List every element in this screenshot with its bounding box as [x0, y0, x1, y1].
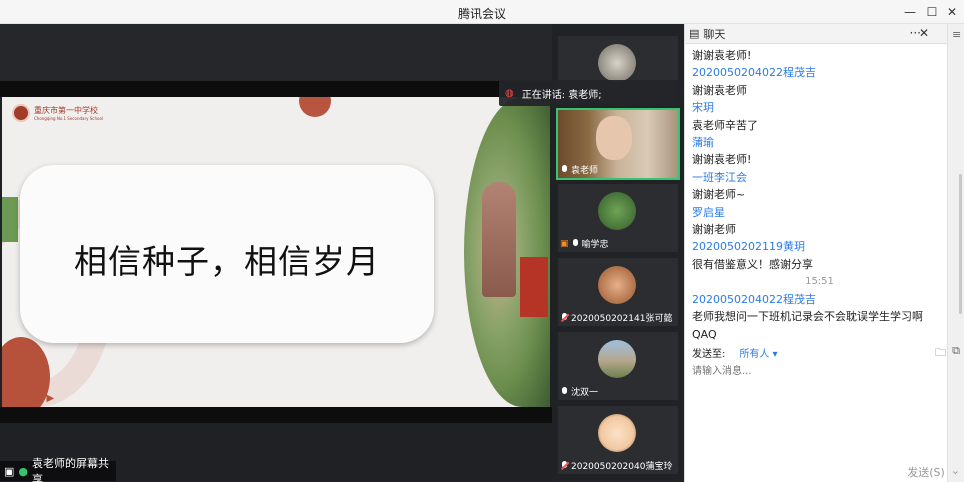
- chat-message-text: 谢谢袁老师!: [692, 153, 752, 167]
- title-bar: 腾讯会议 — ☐ ✕: [0, 0, 964, 24]
- send-to-label: 发送至:: [692, 349, 726, 360]
- screen-share-icon: ▣: [4, 464, 15, 478]
- screen-icon[interactable]: ▭: [32, 393, 41, 404]
- chat-icon: ▤: [689, 27, 700, 40]
- participant-face: [596, 116, 632, 160]
- chat-sender-name[interactable]: 宋玥: [692, 99, 947, 116]
- school-name: 重庆市第一中学校: [34, 106, 98, 115]
- letterbox-top: [0, 81, 552, 97]
- mic-icon: [571, 238, 580, 249]
- close-button[interactable]: ✕: [942, 3, 962, 21]
- chat-message-text: 谢谢老师: [692, 223, 736, 237]
- chat-tools: 🗀 ⧉: [935, 344, 960, 363]
- chat-sender-name[interactable]: 一班李江会: [692, 169, 947, 186]
- arrow-right-icon[interactable]: ▶: [47, 393, 55, 404]
- maximize-button[interactable]: ☐: [922, 3, 942, 21]
- school-name-en: Chongqing No.1 Secondary School: [34, 116, 104, 121]
- chat-timestamp: 15:51: [805, 276, 834, 288]
- send-to-row: 发送至: 所有人 ▾: [692, 345, 778, 360]
- chat-message-text: 谢谢老师~: [692, 188, 746, 202]
- participant-name: 沈双一: [571, 388, 599, 398]
- chat-message-text: 很有借鉴意义！感谢分享: [692, 257, 813, 271]
- decor-green: [2, 197, 18, 242]
- red-sign-image: [520, 257, 548, 317]
- participant-label: ▣ 喻学忠: [560, 237, 609, 250]
- shared-slide: 重庆市第一中学校 Chongqing No.1 Secondary School…: [2, 97, 550, 407]
- chat-sender-name[interactable]: 罗启星: [692, 204, 947, 221]
- slide-quote: 相信种子，相信岁月: [74, 242, 380, 281]
- participant-avatar: [598, 340, 636, 378]
- chat-title: 聊天: [703, 27, 726, 41]
- tencent-meeting-window: 腾讯会议 — ☐ ✕ 重庆市第一中学校 Chongqing No.1 Secon…: [0, 0, 964, 482]
- participant-name: 2020050202040蒲宝玲: [571, 462, 673, 472]
- participant-avatar: [598, 44, 636, 82]
- slide-annotation-tools: ◀ ✎ ▭ ▶: [6, 393, 54, 404]
- speaking-indicator: ◍ 正在讲话: 袁老师;: [499, 80, 681, 106]
- chat-sender-name[interactable]: 2020050204022程茂吉: [692, 64, 947, 81]
- mic-icon: [560, 386, 569, 397]
- participant-label: 2020050202040蒲宝玲: [560, 459, 672, 472]
- folder-icon[interactable]: 🗀: [935, 344, 946, 363]
- send-to-dropdown[interactable]: 所有人 ▾: [739, 345, 777, 360]
- chat-sender-name[interactable]: 2020050204022程茂吉: [692, 291, 947, 308]
- send-controls: 发送(S) ⌄: [907, 464, 960, 480]
- pen-icon[interactable]: ✎: [19, 393, 27, 404]
- participant-label: 袁老师: [560, 163, 598, 176]
- chat-panel: ▤ 聊天 ··· ✕ ≡ 谢谢袁老师! 2020050204022程茂吉 谢谢袁…: [684, 24, 964, 482]
- screenshot-icon[interactable]: ⧉: [952, 344, 960, 363]
- share-owner-label: 袁老师的屏幕共享: [32, 457, 110, 482]
- participant-name: 喻学忠: [581, 240, 609, 250]
- video-tile[interactable]: 2020050202040蒲宝玲: [558, 406, 678, 474]
- participant-label: 沈双一: [560, 385, 598, 398]
- chat-message-text: 老师我想问一下班机记录会不会耽误学生学习啊QAQ: [692, 310, 923, 341]
- chevron-down-icon[interactable]: ⌄: [951, 464, 960, 480]
- video-tile[interactable]: 2020050202141张可懿: [558, 258, 678, 326]
- menu-icon[interactable]: ≡: [952, 28, 961, 41]
- mic-icon: [560, 164, 569, 175]
- mic-muted-icon: [560, 312, 569, 323]
- send-button[interactable]: 发送(S): [907, 464, 945, 480]
- chat-message-text: 袁老师辛苦了: [692, 118, 758, 132]
- chat-scrollbar[interactable]: [959, 174, 962, 314]
- speaking-label: 正在讲话: 袁老师;: [521, 89, 602, 101]
- user-icon: ▣: [560, 238, 569, 249]
- participant-avatar: [598, 414, 636, 452]
- minimize-button[interactable]: —: [900, 3, 920, 21]
- video-tile[interactable]: 沈双一: [558, 332, 678, 400]
- statue-image: [482, 182, 516, 297]
- mic-icon: ●: [18, 464, 29, 478]
- window-title: 腾讯会议: [457, 7, 506, 21]
- school-seal-icon: [12, 104, 30, 122]
- chat-sender-name[interactable]: 蒲瑜: [692, 134, 947, 151]
- chat-message-text: 谢谢袁老师: [692, 83, 747, 97]
- arrow-left-icon[interactable]: ◀: [6, 393, 14, 404]
- participant-avatar: [598, 266, 636, 304]
- participant-name: 2020050202141张可懿: [571, 314, 673, 324]
- letterbox-bottom: [0, 407, 552, 423]
- video-tile-active[interactable]: 袁老师: [556, 108, 680, 180]
- screen-share-stage[interactable]: 重庆市第一中学校 Chongqing No.1 Secondary School…: [0, 24, 552, 482]
- chat-message-text: 谢谢袁老师!: [692, 49, 752, 62]
- school-logo: 重庆市第一中学校 Chongqing No.1 Secondary School: [12, 104, 103, 122]
- participant-label: 2020050202141张可懿: [560, 311, 672, 324]
- chat-input[interactable]: [692, 363, 942, 379]
- decor-red-dot: [299, 97, 331, 117]
- chat-header: ▤ 聊天 ··· ✕: [685, 24, 947, 44]
- chat-message-list: 谢谢袁老师! 2020050204022程茂吉 谢谢袁老师 宋玥 袁老师辛苦了 …: [692, 47, 947, 343]
- participant-name: 袁老师: [571, 166, 599, 176]
- participant-avatar: [598, 192, 636, 230]
- speaker-icon: ◍: [505, 87, 514, 99]
- meeting-area: 重庆市第一中学校 Chongqing No.1 Secondary School…: [0, 24, 684, 482]
- chat-sender-name[interactable]: 2020050202119黄玥: [692, 238, 947, 255]
- quote-card: 相信种子，相信岁月: [20, 165, 434, 343]
- mic-muted-icon: [560, 460, 569, 471]
- chat-close-button[interactable]: ✕: [919, 26, 929, 40]
- video-tile[interactable]: ▣ 喻学忠: [558, 184, 678, 252]
- screen-share-label: ▣ ● 袁老师的屏幕共享: [0, 457, 116, 482]
